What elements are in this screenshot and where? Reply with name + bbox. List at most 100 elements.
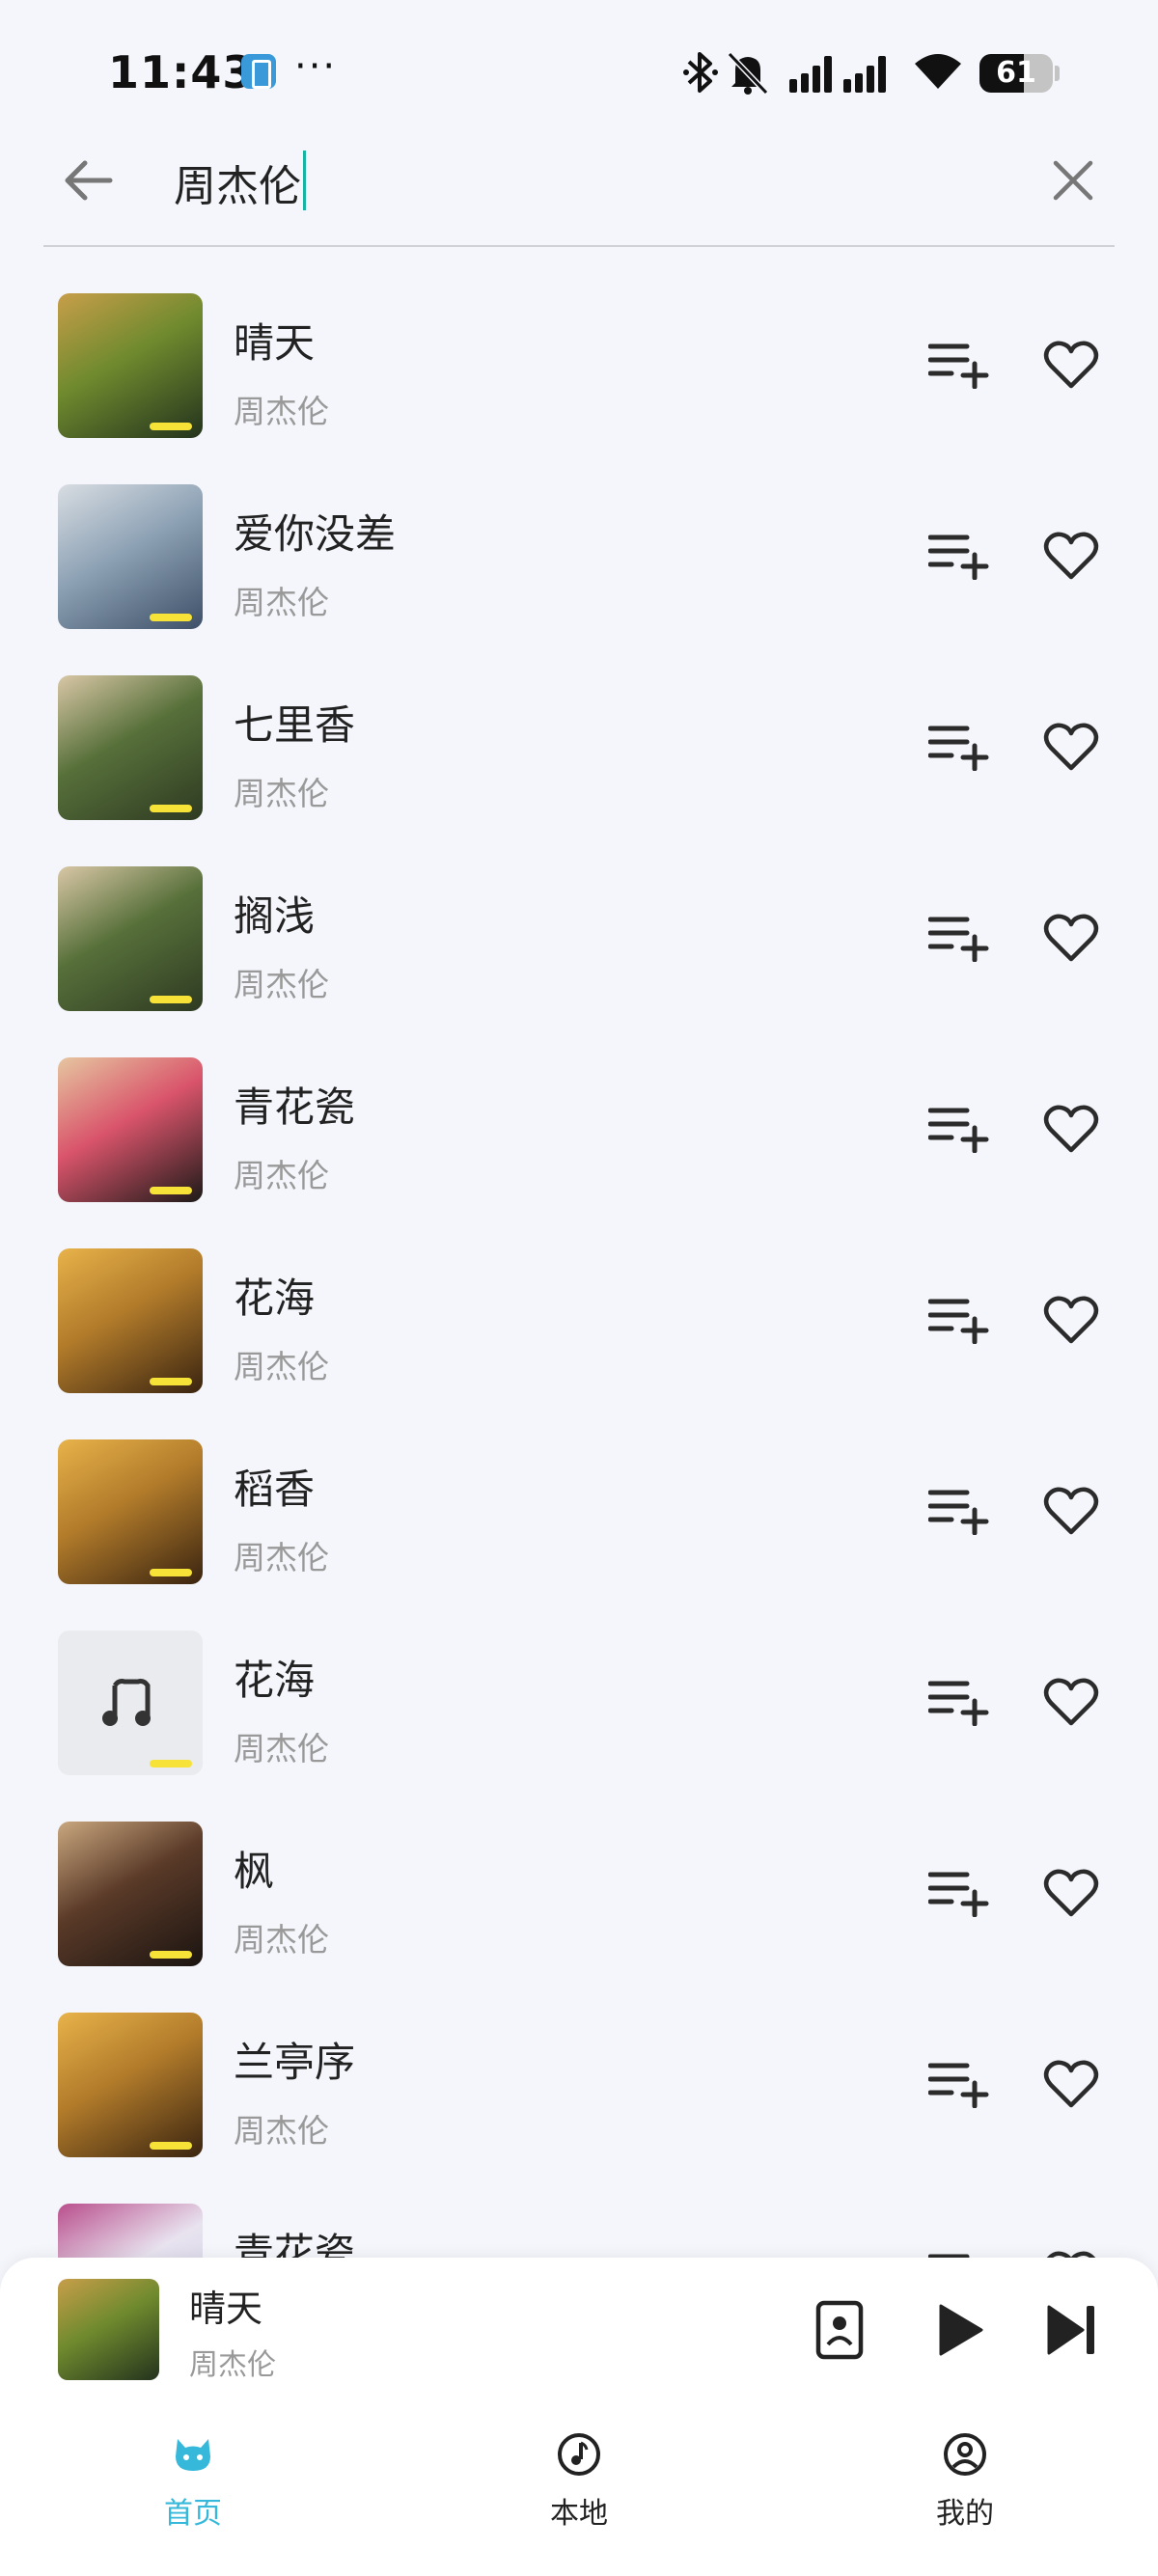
song-list: 晴天 周杰伦 爱你没差 周杰伦 七里香 周杰伦 搁浅 周杰伦 青花瓷 周杰伦 花海 周杰伦 稻香 周杰伦花…: [0, 249, 1158, 2258]
song-row[interactable]: 花海 周杰伦: [0, 1204, 1158, 1395]
song-row[interactable]: 晴天 周杰伦: [0, 249, 1158, 440]
song-row[interactable]: 兰亭序 周杰伦: [0, 1968, 1158, 2159]
heart-outline-icon: [1043, 2060, 1099, 2108]
like-button[interactable]: [1038, 525, 1104, 587]
cell-signal-icon: [789, 56, 886, 93]
song-row[interactable]: 青花瓷: [0, 2159, 1158, 2258]
playlist-add-icon: [928, 1490, 989, 1535]
nav-mine-tab[interactable]: 我的: [888, 2431, 1042, 2537]
like-button[interactable]: [1038, 1098, 1104, 1160]
add-to-playlist-button[interactable]: [924, 1671, 994, 1733]
back-button[interactable]: [50, 145, 125, 216]
add-to-playlist-button[interactable]: [924, 334, 994, 396]
album-cover: [58, 866, 203, 1011]
nav-home-tab[interactable]: 首页: [116, 2431, 270, 2537]
user-circle-icon: [942, 2431, 988, 2478]
song-title: 爱你没差: [234, 510, 397, 558]
song-title: 兰亭序: [234, 2039, 356, 2086]
like-button[interactable]: [1038, 1671, 1104, 1733]
cover-badge: [150, 805, 192, 812]
song-row[interactable]: 爱你没差 周杰伦: [0, 440, 1158, 631]
like-button[interactable]: [1038, 1480, 1104, 1542]
add-to-playlist-button[interactable]: [924, 907, 994, 969]
song-title: 稻香: [234, 1466, 316, 1513]
wifi-icon: [915, 54, 961, 89]
album-cover: [58, 675, 203, 820]
song-artist: 周杰伦: [234, 393, 329, 430]
playlist-add-icon: [928, 726, 989, 771]
cover-placeholder: [58, 1631, 203, 1775]
album-cover: [58, 293, 203, 438]
add-to-playlist-button[interactable]: [924, 1480, 994, 1542]
add-to-playlist-button[interactable]: [924, 716, 994, 778]
like-button[interactable]: [1038, 2053, 1104, 2115]
music-note-icon: [102, 1679, 151, 1726]
like-button[interactable]: [1038, 334, 1104, 396]
song-title: 花海: [234, 1274, 316, 1322]
search-input[interactable]: [174, 151, 1004, 214]
nav-local-tab[interactable]: 本地: [502, 2431, 656, 2537]
heart-outline-icon: [1043, 1869, 1099, 1917]
now-playing-cover[interactable]: [58, 2279, 159, 2380]
song-row[interactable]: 七里香 周杰伦: [0, 631, 1158, 822]
add-to-playlist-button[interactable]: [924, 525, 994, 587]
song-row[interactable]: 花海 周杰伦: [0, 1586, 1158, 1777]
heart-outline-icon: [1043, 914, 1099, 962]
song-artist: 周杰伦: [234, 1539, 329, 1576]
song-row[interactable]: 稻香 周杰伦: [0, 1395, 1158, 1586]
mini-player[interactable]: 晴天 周杰伦: [0, 2258, 1158, 2402]
cover-badge: [150, 1760, 192, 1768]
like-button[interactable]: [1038, 2244, 1104, 2258]
add-to-playlist-button[interactable]: [924, 1289, 994, 1351]
arrow-left-icon: [65, 160, 113, 201]
bottom-nav: 首页 本地 我的: [0, 2402, 1158, 2576]
battery-level: 61: [996, 56, 1036, 90]
heart-outline-icon: [1043, 1487, 1099, 1535]
cover-badge: [150, 1378, 192, 1385]
play-button[interactable]: [928, 2292, 992, 2368]
lyrics-card-icon: [815, 2300, 864, 2360]
lyrics-button[interactable]: [811, 2292, 868, 2368]
song-row[interactable]: 枫周杰伦: [0, 1777, 1158, 1968]
add-to-playlist-button[interactable]: [924, 2244, 994, 2258]
clear-search-button[interactable]: [1038, 145, 1108, 216]
heart-outline-icon: [1043, 1105, 1099, 1153]
more-dots-icon: ···: [294, 44, 338, 89]
song-artist: 周杰伦: [234, 1348, 329, 1385]
status-time: 11:43: [108, 46, 255, 98]
album-cover: [58, 1439, 203, 1584]
like-button[interactable]: [1038, 907, 1104, 969]
text-caret: [303, 151, 306, 210]
playlist-add-icon: [928, 1681, 989, 1726]
next-track-button[interactable]: [1040, 2292, 1104, 2368]
heart-outline-icon: [1043, 1678, 1099, 1726]
like-button[interactable]: [1038, 1862, 1104, 1924]
cover-badge: [150, 996, 192, 1003]
cover-badge: [150, 2142, 192, 2150]
like-button[interactable]: [1038, 1289, 1104, 1351]
song-artist: 周杰伦: [234, 966, 329, 1003]
playlist-add-icon: [928, 1872, 989, 1917]
song-row[interactable]: 搁浅 周杰伦: [0, 822, 1158, 1013]
album-cover: [58, 1822, 203, 1966]
like-button[interactable]: [1038, 716, 1104, 778]
song-row[interactable]: 青花瓷 周杰伦: [0, 1013, 1158, 1204]
add-to-playlist-button[interactable]: [924, 1862, 994, 1924]
song-title: 七里香: [234, 701, 356, 749]
search-divider: [43, 245, 1115, 247]
cat-icon: [170, 2431, 216, 2478]
nav-local-label: 本地: [550, 2497, 608, 2531]
add-to-playlist-button[interactable]: [924, 2053, 994, 2115]
cover-badge: [150, 1569, 192, 1576]
search-bar: [0, 145, 1158, 249]
add-to-playlist-button[interactable]: [924, 1098, 994, 1160]
nav-mine-label: 我的: [936, 2497, 994, 2531]
song-artist: 周杰伦: [234, 1730, 329, 1768]
music-search-screen: 11:43 ··· 61 周杰伦 晴天 周杰伦 爱你没差 周杰伦 七里香 周杰伦…: [0, 0, 1158, 2576]
song-title: 青花瓷: [234, 1083, 356, 1131]
album-cover: [58, 2013, 203, 2157]
song-title: 晴天: [234, 319, 316, 367]
battery-icon: 61: [979, 54, 1053, 93]
playlist-add-icon: [928, 534, 989, 580]
status-bar: 11:43 ··· 61: [0, 0, 1158, 145]
